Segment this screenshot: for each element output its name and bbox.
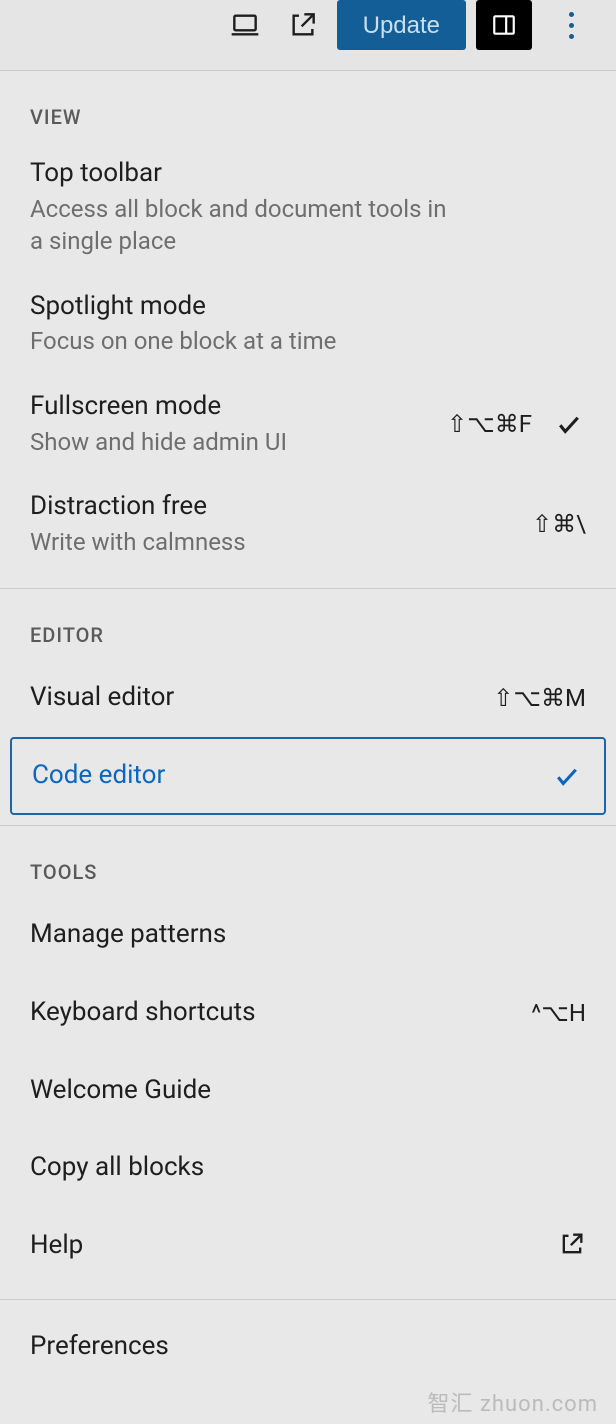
menu-item-top-toolbar[interactable]: Top toolbar Access all block and documen…	[0, 141, 616, 274]
laptop-icon[interactable]	[221, 1, 269, 49]
options-menu-button[interactable]	[556, 1, 586, 49]
menu-item-help[interactable]: Help	[0, 1207, 616, 1285]
section-label-tools: TOOLS	[0, 826, 616, 896]
options-dropdown: VIEW Top toolbar Access all block and do…	[0, 70, 616, 1424]
menu-item-distraction-free[interactable]: Distraction free Write with calmness ⇧⌘\	[0, 474, 616, 574]
menu-desc: Show and hide admin UI	[30, 426, 427, 458]
menu-title: Distraction free	[30, 490, 512, 524]
settings-panel-button[interactable]	[476, 0, 532, 50]
menu-title: Visual editor	[30, 681, 174, 715]
menu-item-preferences[interactable]: Preferences	[0, 1300, 616, 1386]
menu-item-keyboard-shortcuts[interactable]: Keyboard shortcuts ^⌥H	[0, 974, 616, 1052]
top-toolbar: Update	[0, 0, 616, 70]
menu-item-spotlight[interactable]: Spotlight mode Focus on one block at a t…	[0, 274, 616, 374]
menu-title: Keyboard shortcuts	[30, 996, 256, 1030]
external-link-icon[interactable]	[279, 1, 327, 49]
menu-item-fullscreen[interactable]: Fullscreen mode Show and hide admin UI ⇧…	[0, 374, 616, 474]
external-link-icon	[558, 1230, 586, 1262]
menu-item-visual-editor[interactable]: Visual editor ⇧⌥⌘M	[0, 659, 616, 737]
menu-title: Welcome Guide	[30, 1074, 211, 1108]
menu-title: Fullscreen mode	[30, 390, 427, 424]
shortcut-label: ⇧⌥⌘M	[493, 684, 586, 712]
menu-title: Code editor	[32, 759, 165, 793]
check-icon	[550, 759, 584, 793]
menu-title: Copy all blocks	[30, 1151, 204, 1185]
menu-item-welcome-guide[interactable]: Welcome Guide	[0, 1052, 616, 1130]
menu-title: Preferences	[30, 1330, 169, 1364]
menu-title: Manage patterns	[30, 918, 226, 952]
menu-item-code-editor[interactable]: Code editor	[10, 737, 606, 815]
menu-item-copy-all-blocks[interactable]: Copy all blocks	[0, 1129, 616, 1207]
check-icon	[552, 407, 586, 441]
menu-desc: Write with calmness	[30, 526, 460, 558]
section-label-view: VIEW	[0, 71, 616, 141]
menu-title: Spotlight mode	[30, 290, 586, 324]
section-label-editor: EDITOR	[0, 589, 616, 659]
watermark: 智汇 zhuon.com	[428, 1386, 599, 1418]
menu-title: Top toolbar	[30, 157, 586, 191]
update-button[interactable]: Update	[337, 0, 466, 50]
menu-item-manage-patterns[interactable]: Manage patterns	[0, 896, 616, 974]
menu-desc: Focus on one block at a time	[30, 325, 460, 357]
shortcut-label: ^⌥H	[531, 999, 586, 1027]
menu-title: Help	[30, 1229, 83, 1263]
menu-desc: Access all block and document tools in a…	[30, 193, 460, 258]
shortcut-label: ⇧⌥⌘F	[447, 410, 532, 438]
shortcut-label: ⇧⌘\	[532, 510, 586, 538]
